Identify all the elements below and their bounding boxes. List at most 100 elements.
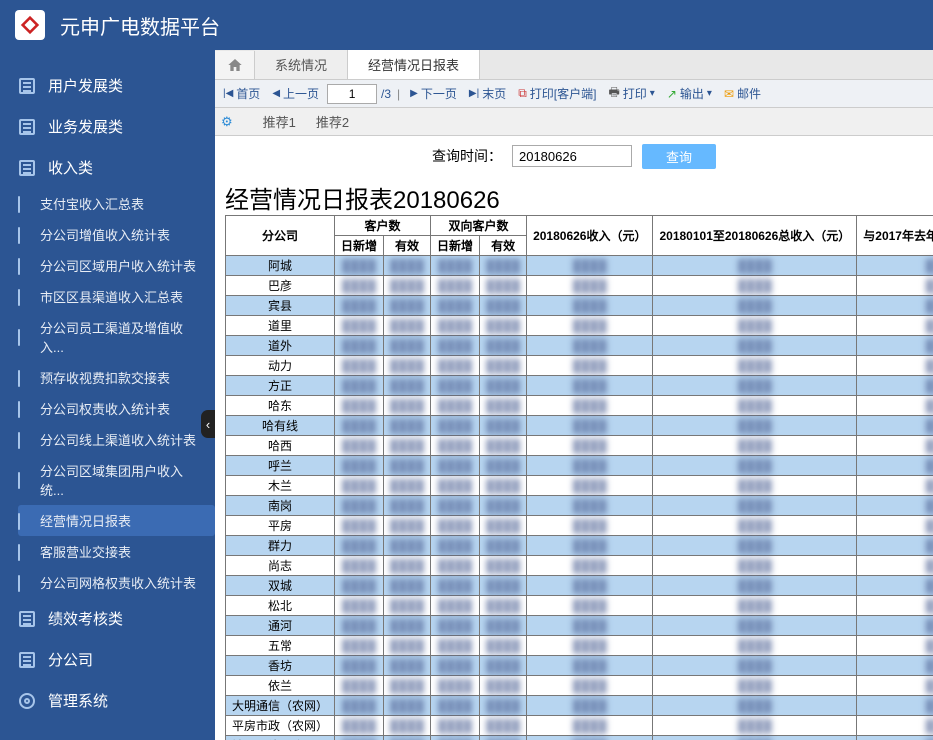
- row-value: ████: [527, 676, 653, 696]
- page-icon: [18, 576, 32, 590]
- sidebar-item-4[interactable]: 分公司员工渠道及增值收入...: [18, 312, 215, 362]
- sidebar-collapse-button[interactable]: ‹: [201, 410, 215, 438]
- row-value: ████: [527, 496, 653, 516]
- row-value: ████: [653, 336, 857, 356]
- tab-home[interactable]: [215, 51, 255, 79]
- tab-1[interactable]: 经营情况日报表: [348, 50, 480, 79]
- row-company: 动力: [226, 356, 335, 376]
- row-value: ████: [335, 316, 384, 336]
- last-page-button[interactable]: ▶|末页: [465, 83, 510, 104]
- row-value: ████: [653, 396, 857, 416]
- row-value: ████: [431, 656, 480, 676]
- sidebar-group-2[interactable]: 收入类: [0, 147, 215, 188]
- first-page-button[interactable]: |◀首页: [219, 83, 264, 104]
- sidebar-group-4[interactable]: 分公司: [0, 639, 215, 680]
- table-row: 松北████████████████████████████: [226, 596, 933, 616]
- export-button[interactable]: ↗输出 ▾: [663, 83, 716, 104]
- row-value: ████: [653, 516, 857, 536]
- sidebar-item-7[interactable]: 分公司线上渠道收入统计表: [18, 424, 215, 455]
- row-value: ████: [857, 696, 933, 716]
- mail-button[interactable]: ✉邮件: [720, 83, 765, 104]
- sidebar-item-9[interactable]: 经营情况日报表: [18, 505, 215, 536]
- sidebar-item-5[interactable]: 预存收视费扣款交接表: [18, 362, 215, 393]
- row-value: ████: [857, 496, 933, 516]
- next-page-button[interactable]: ▶下一页: [406, 83, 461, 104]
- row-value: ████: [431, 256, 480, 276]
- sidebar-item-6[interactable]: 分公司权责收入统计表: [18, 393, 215, 424]
- row-company: 南岗: [226, 496, 335, 516]
- row-value: ████: [480, 336, 527, 356]
- row-value: ████: [480, 616, 527, 636]
- sidebar-group-5[interactable]: 管理系统: [0, 680, 215, 721]
- row-value: ████: [335, 616, 384, 636]
- row-value: ████: [527, 516, 653, 536]
- row-value: ████: [857, 676, 933, 696]
- sidebar-item-8[interactable]: 分公司区域集团用户收入统...: [18, 455, 215, 505]
- sidebar-group-3[interactable]: 绩效考核类: [0, 598, 215, 639]
- sidebar-group-1[interactable]: 业务发展类: [0, 106, 215, 147]
- recommend-bar: ⚙ 推荐1 推荐2: [215, 108, 933, 136]
- row-value: ████: [431, 276, 480, 296]
- row-value: ████: [653, 416, 857, 436]
- table-row: 动力████████████████████████████: [226, 356, 933, 376]
- row-value: ████: [335, 456, 384, 476]
- row-value: ████: [384, 676, 431, 696]
- sidebar-item-10[interactable]: 客服营业交接表: [18, 536, 215, 567]
- row-value: ████: [480, 496, 527, 516]
- prev-page-button[interactable]: ◀上一页: [268, 83, 323, 104]
- row-value: ████: [857, 576, 933, 596]
- sidebar-item-label: 预存收视费扣款交接表: [40, 368, 170, 387]
- row-value: ████: [431, 436, 480, 456]
- sidebar-item-3[interactable]: 市区区县渠道收入汇总表: [18, 281, 215, 312]
- sidebar-item-2[interactable]: 分公司区域用户收入统计表: [18, 250, 215, 281]
- row-value: ████: [857, 536, 933, 556]
- row-value: ████: [653, 496, 857, 516]
- row-value: ████: [431, 636, 480, 656]
- row-value: ████: [384, 336, 431, 356]
- table-row: 依兰████████████████████████████: [226, 676, 933, 696]
- page-icon: [18, 259, 32, 273]
- recommend-2[interactable]: 推荐2: [316, 112, 349, 131]
- table-row: 平房████████████████████████████: [226, 516, 933, 536]
- row-value: ████: [653, 376, 857, 396]
- row-value: ████: [653, 296, 857, 316]
- row-value: ████: [857, 596, 933, 616]
- row-value: ████: [335, 636, 384, 656]
- row-company: 平房市政（农网）: [226, 716, 335, 736]
- filter-icon[interactable]: ⚙: [221, 114, 233, 130]
- sidebar-item-label: 市区区县渠道收入汇总表: [40, 287, 183, 306]
- row-company: 群力: [226, 536, 335, 556]
- row-value: ████: [527, 596, 653, 616]
- table-row: 哈有线████████████████████████████: [226, 416, 933, 436]
- row-value: ████: [384, 556, 431, 576]
- print-client-button[interactable]: ⧉打印[客户端]: [514, 83, 600, 104]
- query-button[interactable]: 查询: [642, 144, 716, 169]
- home-icon: [227, 57, 243, 73]
- row-value: ████: [335, 396, 384, 416]
- print-button[interactable]: 🖶打印 ▾: [604, 81, 658, 106]
- row-value: ████: [384, 636, 431, 656]
- recommend-1[interactable]: 推荐1: [263, 112, 296, 131]
- sidebar-group-label: 管理系统: [48, 690, 108, 711]
- col-cust-new: 日新增: [335, 236, 384, 256]
- sidebar-item-0[interactable]: 支付宝收入汇总表: [18, 188, 215, 219]
- page-input[interactable]: [327, 84, 377, 104]
- query-date-input[interactable]: [512, 145, 632, 167]
- row-value: ████: [335, 356, 384, 376]
- sidebar-item-1[interactable]: 分公司增值收入统计表: [18, 219, 215, 250]
- row-value: ████: [431, 356, 480, 376]
- row-value: ████: [335, 656, 384, 676]
- sidebar-item-11[interactable]: 分公司网格权责收入统计表: [18, 567, 215, 598]
- row-value: ████: [857, 656, 933, 676]
- page-icon: [18, 514, 32, 528]
- sidebar-group-label: 分公司: [48, 649, 93, 670]
- sidebar-group-label: 用户发展类: [48, 75, 123, 96]
- col-bi-customers: 双向客户数: [431, 216, 527, 236]
- row-company: 哈有线: [226, 416, 335, 436]
- tab-0[interactable]: 系统情况: [255, 50, 348, 79]
- row-value: ████: [653, 316, 857, 336]
- row-value: ████: [480, 716, 527, 736]
- sidebar-group-0[interactable]: 用户发展类: [0, 65, 215, 106]
- row-company: 方正: [226, 376, 335, 396]
- table-row: 哈东████████████████████████████: [226, 396, 933, 416]
